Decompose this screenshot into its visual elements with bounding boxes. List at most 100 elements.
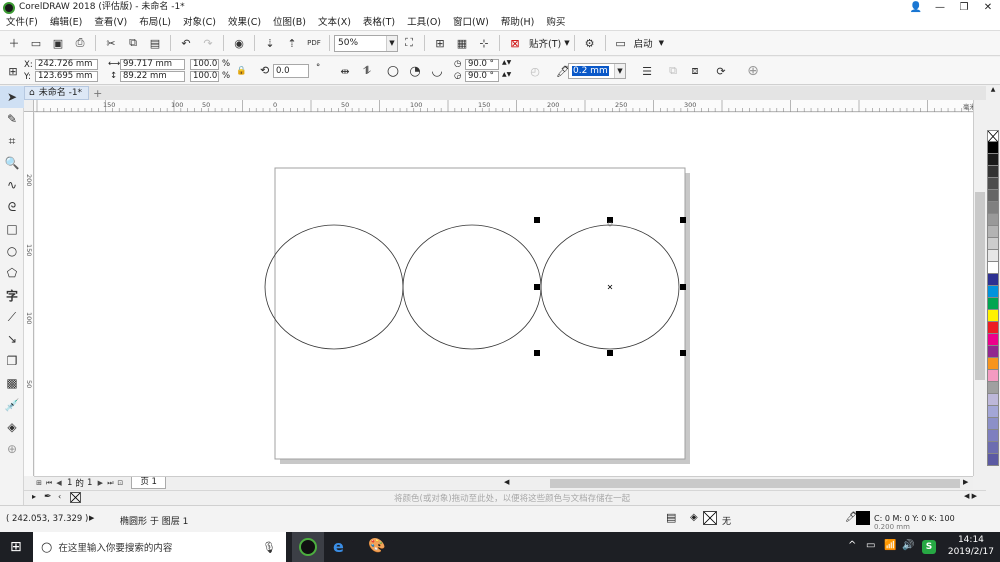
text-wrap-icon[interactable]: ☰ (638, 62, 656, 80)
options-gear-icon[interactable]: ⚙ (581, 34, 599, 52)
close-button[interactable]: ✕ (976, 0, 1000, 15)
next-page-icon[interactable]: ▶ (95, 478, 105, 489)
color-swatch[interactable] (987, 154, 999, 166)
ellipse-mode-icon[interactable]: ○ (384, 62, 402, 80)
document-page[interactable] (274, 167, 686, 460)
microphone-icon[interactable]: 🎙 (262, 541, 276, 554)
color-swatch[interactable] (987, 190, 999, 202)
color-management-icon[interactable]: ▤ (666, 511, 676, 524)
interactive-fill-icon[interactable]: ◈ (0, 416, 24, 438)
eyedropper-icon[interactable]: ✒ (44, 492, 52, 502)
color-swatch[interactable] (987, 166, 999, 178)
minimize-button[interactable]: — (928, 0, 952, 15)
freehand-tool-icon[interactable]: ∿ (0, 174, 24, 196)
shape-tool-icon[interactable]: ✎ (0, 108, 24, 130)
handle-top-left[interactable] (534, 217, 540, 223)
vertical-ruler[interactable]: 200 150 100 50 (24, 112, 34, 476)
current-page-number[interactable]: 1 (67, 478, 72, 488)
color-swatch[interactable] (987, 406, 999, 418)
cut-icon[interactable]: ✂ (102, 34, 120, 52)
paint-app-icon[interactable]: 🎨 (368, 538, 385, 554)
import-icon[interactable]: ⇣ (261, 34, 279, 52)
spin-arrows-icon[interactable]: ▲▼ (502, 59, 511, 66)
handle-bottom-left[interactable] (534, 350, 540, 356)
paste-icon[interactable]: ▤ (146, 34, 164, 52)
ime-icon[interactable]: S (922, 540, 936, 554)
convert-to-curves-icon[interactable]: ⟳ (712, 62, 730, 80)
palette-scroll-icon[interactable]: ◀ ▶ (964, 492, 977, 500)
color-swatch[interactable] (987, 286, 999, 298)
scroll-left-icon[interactable]: ◀ (504, 478, 512, 488)
handle-top-right[interactable] (680, 217, 686, 223)
new-document-icon[interactable]: ＋ (5, 34, 23, 52)
color-swatch[interactable] (987, 382, 999, 394)
snap-to-label[interactable]: 贴齐(T) (529, 36, 561, 50)
fill-color-swatch[interactable] (703, 511, 717, 525)
handle-left[interactable] (534, 284, 540, 290)
edge-browser-icon[interactable]: e (333, 537, 344, 556)
handle-right[interactable] (680, 284, 686, 290)
rectangle-tool-icon[interactable]: □ (0, 218, 24, 240)
menu-file[interactable]: 文件(F) (0, 15, 44, 31)
account-icon[interactable]: 👤 (904, 0, 928, 15)
menu-tools[interactable]: 工具(O) (401, 15, 447, 31)
rotation-angle-field[interactable]: 0.0 (273, 64, 309, 78)
color-swatch[interactable] (987, 250, 999, 262)
first-page-icon[interactable]: ⏮ (44, 478, 54, 489)
x-position-field[interactable]: 242.726 mm (35, 59, 98, 70)
mirror-horizontal-icon[interactable]: ⇹ (336, 62, 354, 80)
color-swatch[interactable] (987, 310, 999, 322)
mirror-vertical-icon[interactable]: ⥮ (358, 62, 376, 80)
zoom-level-select[interactable]: 50% ▼ (334, 34, 398, 52)
scrollbar-thumb[interactable] (975, 192, 985, 380)
scroll-right-icon[interactable]: ▶ (963, 478, 971, 488)
to-back-icon[interactable]: ⧉ (664, 62, 682, 80)
color-swatch[interactable] (987, 334, 999, 346)
document-tab[interactable]: ⌂ 未命名 -1* (24, 86, 90, 100)
network-icon[interactable]: 📶 (884, 540, 896, 551)
menu-bitmaps[interactable]: 位图(B) (267, 15, 312, 31)
color-swatch[interactable] (987, 238, 999, 250)
end-angle-field[interactable]: 90.0 ° (465, 71, 499, 82)
show-grid-icon[interactable]: ▦ (453, 34, 471, 52)
add-tool-icon[interactable]: ⊕ (0, 438, 24, 460)
color-swatch[interactable] (987, 370, 999, 382)
menu-edit[interactable]: 编辑(E) (44, 15, 88, 31)
palette-back-icon[interactable]: ‹ (58, 492, 61, 501)
menu-window[interactable]: 窗口(W) (447, 15, 495, 31)
color-swatch[interactable] (987, 430, 999, 442)
drop-shadow-icon[interactable]: ❐ (0, 350, 24, 372)
pie-mode-icon[interactable]: ◔ (406, 62, 424, 80)
show-rulers-icon[interactable]: ⊞ (431, 34, 449, 52)
lock-ratio-icon[interactable]: 🔒 (236, 66, 247, 76)
parallel-dimension-icon[interactable]: ⟋ (0, 306, 24, 328)
height-field[interactable]: 89.22 mm (120, 71, 185, 82)
y-position-field[interactable]: 123.695 mm (35, 71, 98, 82)
restore-button[interactable]: ❐ (952, 0, 976, 15)
artistic-media-icon[interactable]: ᘓ (0, 196, 24, 218)
color-swatch[interactable] (987, 442, 999, 454)
color-swatch[interactable] (987, 214, 999, 226)
outline-width-select[interactable]: 0.2 mm ▼ (568, 63, 626, 79)
menu-view[interactable]: 查看(V) (88, 15, 133, 31)
coreldraw-taskbar-icon[interactable] (292, 532, 324, 562)
chevron-down-icon[interactable]: ▼ (659, 39, 664, 47)
palette-expand-icon[interactable]: ▸ (32, 492, 36, 501)
page-tab[interactable]: 页 1 (131, 477, 166, 489)
scale-width-field[interactable]: 100.0 (190, 59, 219, 70)
text-tool-icon[interactable]: 字 (0, 284, 24, 306)
direction-icon[interactable]: ◴ (526, 62, 544, 80)
to-front-icon[interactable]: ⧈ (686, 62, 704, 80)
menu-object[interactable]: 对象(C) (177, 15, 222, 31)
zoom-tool-icon[interactable]: 🔍 (0, 152, 24, 174)
menu-text[interactable]: 文本(X) (312, 15, 357, 31)
open-folder-icon[interactable]: ▭ (27, 34, 45, 52)
show-guidelines-icon[interactable]: ⊹ (475, 34, 493, 52)
crop-tool-icon[interactable]: ⌗ (0, 130, 24, 152)
start-angle-field[interactable]: 90.0 ° (465, 59, 499, 70)
pick-tool-icon[interactable]: ➤ (0, 86, 24, 108)
chevron-down-icon[interactable]: ▼ (564, 39, 569, 47)
drawing-canvas[interactable] (35, 113, 973, 476)
copy-icon[interactable]: ⧉ (124, 34, 142, 52)
color-swatch[interactable] (987, 274, 999, 286)
